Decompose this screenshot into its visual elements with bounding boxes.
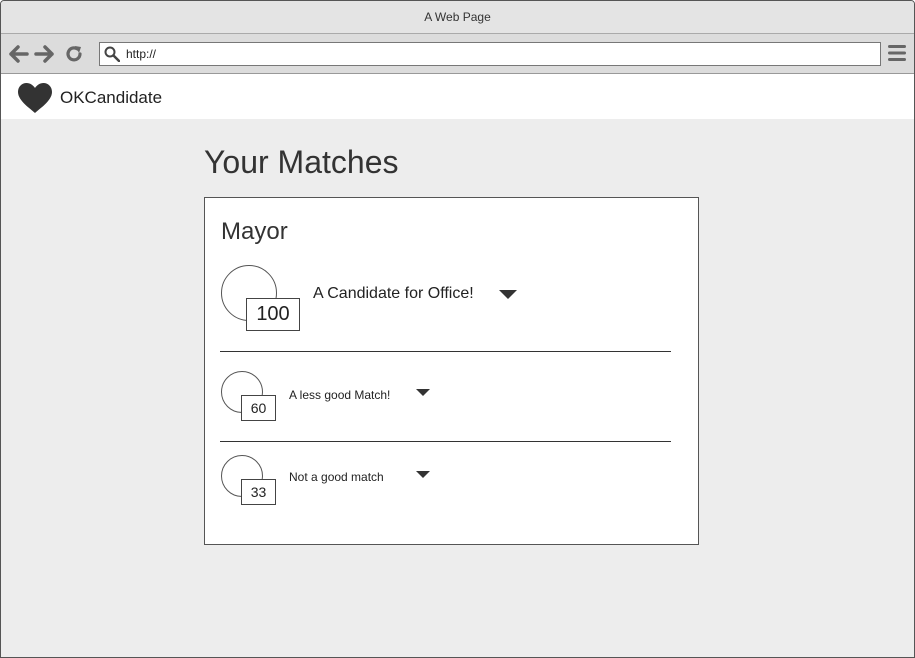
url-text[interactable]: http:// — [126, 47, 156, 61]
heart-icon[interactable] — [17, 82, 53, 114]
match-score-badge: 60 — [241, 395, 276, 421]
match-item[interactable]: 33 Not a good match — [221, 455, 681, 510]
browser-toolbar: http:// — [1, 34, 914, 74]
back-arrow-icon[interactable] — [9, 44, 29, 64]
matches-card: Mayor 100 A Candidate for Office! 60 A l… — [204, 197, 699, 545]
candidate-name[interactable]: A less good Match! — [289, 388, 390, 402]
chevron-down-icon[interactable] — [415, 470, 431, 480]
chevron-down-icon[interactable] — [415, 388, 431, 398]
search-icon — [104, 46, 120, 62]
app-header: OKCandidate — [1, 74, 914, 119]
candidate-name[interactable]: A Candidate for Office! — [313, 285, 474, 303]
match-score-badge: 33 — [241, 479, 276, 505]
page-title: Your Matches — [204, 144, 399, 180]
divider — [220, 441, 671, 442]
window-title: A Web Page — [1, 1, 914, 34]
url-bar[interactable]: http:// — [99, 42, 881, 66]
match-item[interactable]: 100 A Candidate for Office! — [221, 265, 681, 335]
brand-name[interactable]: OKCandidate — [60, 88, 162, 108]
match-item[interactable]: 60 A less good Match! — [221, 371, 681, 426]
main-content: Your Matches Mayor 100 A Candidate for O… — [1, 119, 914, 657]
reload-icon[interactable] — [64, 44, 84, 64]
section-title: Mayor — [221, 218, 288, 245]
match-score-badge: 100 — [246, 298, 300, 331]
candidate-name[interactable]: Not a good match — [289, 470, 384, 484]
divider — [220, 351, 671, 352]
forward-arrow-icon[interactable] — [34, 44, 54, 64]
browser-window: A Web Page http:// OKCandidate Your Matc… — [0, 0, 915, 658]
hamburger-menu-icon[interactable] — [887, 44, 907, 62]
chevron-down-icon[interactable] — [498, 289, 518, 301]
